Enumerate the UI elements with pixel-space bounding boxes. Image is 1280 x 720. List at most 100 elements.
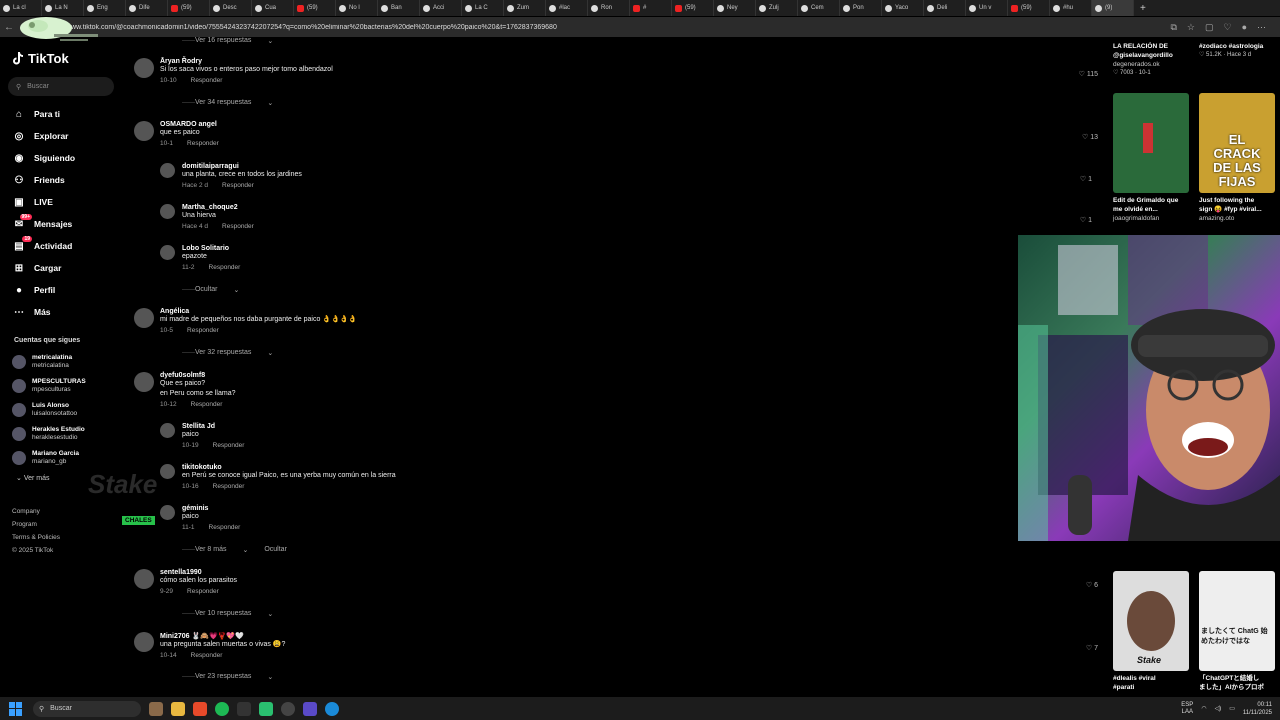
browser-tab[interactable]: Acci xyxy=(420,0,462,16)
like-button[interactable]: ♡ 6 xyxy=(1086,581,1098,589)
browser-tab[interactable]: Cem xyxy=(798,0,840,16)
browser-tab[interactable]: Desc xyxy=(210,0,252,16)
battery-icon[interactable]: ▭ xyxy=(1229,705,1235,712)
video-thumbnail[interactable]: ましたくて ChatG 始めたわけではな xyxy=(1199,571,1275,671)
view-replies-button[interactable]: Ver 10 respuestas ⌄ xyxy=(182,610,273,618)
comment-username[interactable]: Āryan Řodry xyxy=(160,58,1104,65)
like-button[interactable]: ♡ 1 xyxy=(1080,216,1092,224)
reply-button[interactable]: Responder xyxy=(191,401,223,408)
sidebar-item-explorar[interactable]: ◎ Explorar xyxy=(12,125,75,147)
sidebar-item-siguiendo[interactable]: ◉ Siguiendo xyxy=(12,147,75,169)
avatar[interactable] xyxy=(134,308,154,328)
comment-username[interactable]: tikitokotuko xyxy=(182,464,1130,471)
video-card[interactable]: #zodiaco #astrologia ♡ 51.2K · Hace 3 d xyxy=(1199,39,1275,60)
comment-username[interactable]: dyefu0solmf8 xyxy=(160,372,1104,379)
comment-username[interactable]: domitilaiparragui xyxy=(182,163,1130,170)
lang-indicator[interactable]: ESP LAA xyxy=(1181,702,1193,716)
like-button[interactable]: ♡ 115 xyxy=(1079,70,1098,78)
reply-button[interactable]: Responder xyxy=(222,223,254,230)
view-replies-button[interactable]: Ver 8 más ⌄ Ocultar xyxy=(182,546,287,554)
avatar[interactable] xyxy=(160,464,175,479)
avatar[interactable] xyxy=(160,163,175,178)
avatar[interactable] xyxy=(160,245,175,260)
browser-tab[interactable]: #hu xyxy=(1050,0,1092,16)
reply-button[interactable]: Responder xyxy=(213,483,245,490)
video-thumbnail[interactable]: Stake xyxy=(1113,571,1189,671)
browser-tab[interactable]: (9) xyxy=(1092,0,1134,16)
browser-tab[interactable]: Ban xyxy=(378,0,420,16)
reply-button[interactable]: Responder xyxy=(209,264,241,271)
browser-tab[interactable]: No l xyxy=(336,0,378,16)
see-more-button[interactable]: ⌄ Ver más xyxy=(16,474,50,482)
file-explorer-icon[interactable] xyxy=(171,701,185,716)
extensions-icon[interactable]: ⧉ xyxy=(1170,22,1176,33)
sidebar-item-friends[interactable]: ⚇ Friends xyxy=(12,169,75,191)
following-account[interactable]: Luis Alonso luisalonsotattoo xyxy=(12,398,86,422)
comment-username[interactable]: Stellita Jd xyxy=(182,423,1130,430)
following-account[interactable]: Mariano Garcia mariano_gb xyxy=(12,446,86,470)
browser-tab[interactable]: (59) xyxy=(1008,0,1050,16)
comment-username[interactable]: sentella1990 xyxy=(160,569,1104,576)
view-replies-button[interactable]: Ver 32 respuestas ⌄ xyxy=(182,349,273,357)
app-thumbnail-icon[interactable] xyxy=(149,701,163,716)
footer-link[interactable]: Program xyxy=(12,518,60,531)
browser-tab[interactable]: Yaco xyxy=(882,0,924,16)
video-card[interactable]: EL CRACK DE LAS FIJAS Just following the s… xyxy=(1199,93,1275,223)
reply-button[interactable]: Responder xyxy=(187,140,219,147)
avatar[interactable] xyxy=(160,204,175,219)
comment-username[interactable]: géminis xyxy=(182,505,1130,512)
brave-icon[interactable] xyxy=(193,701,207,716)
browser-tab[interactable]: Pon xyxy=(840,0,882,16)
windows-start-icon[interactable] xyxy=(9,701,23,716)
browser-tab[interactable]: La C xyxy=(462,0,504,16)
reply-button[interactable]: Responder xyxy=(187,327,219,334)
following-account[interactable]: MPESCULTURAS mpesculturas xyxy=(12,374,86,398)
comment-username[interactable]: OSMARDO angel xyxy=(160,121,1104,128)
browser-tab[interactable]: Deli xyxy=(924,0,966,16)
profile-icon[interactable]: ● xyxy=(1242,22,1247,33)
browser-tab[interactable]: #lac xyxy=(546,0,588,16)
video-card[interactable]: LA RELACIÓN DE @giselavangordillo degenera… xyxy=(1113,39,1189,78)
taskbar-search[interactable]: ⚲ Buscar xyxy=(33,700,141,717)
clock[interactable]: 00:11 11/11/2025 xyxy=(1243,701,1272,717)
volume-icon[interactable]: ◁) xyxy=(1215,705,1222,712)
avatar[interactable] xyxy=(134,569,154,589)
video-thumbnail[interactable] xyxy=(1113,93,1189,193)
hide-replies-button[interactable]: Ocultar xyxy=(264,546,287,554)
reply-button[interactable]: Responder xyxy=(187,588,219,595)
spotify-icon[interactable] xyxy=(215,701,229,716)
wifi-icon[interactable]: ◠ xyxy=(1201,705,1206,712)
browser-tab[interactable]: Zulj xyxy=(756,0,798,16)
browser-tab[interactable]: (59) xyxy=(294,0,336,16)
footer-link[interactable]: Company xyxy=(12,505,60,518)
sidebar-item-actividad[interactable]: ▤ 19 Actividad xyxy=(12,235,75,257)
like-button[interactable]: ♡ 1 xyxy=(1080,175,1092,183)
video-card[interactable]: Stake #dlealis #viral #parati xyxy=(1113,571,1189,692)
browser-tab[interactable]: (59) xyxy=(168,0,210,16)
avatar[interactable] xyxy=(134,58,154,78)
avatar[interactable] xyxy=(134,632,154,652)
browser-tab[interactable]: Dife xyxy=(126,0,168,16)
new-tab-button[interactable]: + xyxy=(1134,3,1152,14)
following-account[interactable]: metricalatina metricalatina xyxy=(12,350,86,374)
reply-button[interactable]: Responder xyxy=(222,182,254,189)
like-button[interactable]: ♡ 7 xyxy=(1086,644,1098,652)
reply-button[interactable]: Responder xyxy=(213,442,245,449)
view-replies-button[interactable]: Ocultar ⌄ xyxy=(182,286,239,294)
browser-tab[interactable]: La N xyxy=(42,0,84,16)
discord-icon[interactable] xyxy=(303,701,317,716)
comment-username[interactable]: Martha_choque2 xyxy=(182,204,1130,211)
sidebar-item-live[interactable]: ▣ LIVE xyxy=(12,191,75,213)
sidebar-item-para-ti[interactable]: ⌂ Para ti xyxy=(12,103,75,125)
avatar[interactable] xyxy=(160,423,175,438)
browser-tab[interactable]: Cua xyxy=(252,0,294,16)
tiktok-logo[interactable]: TikTok xyxy=(12,51,69,66)
search-input[interactable]: ⚲ Buscar xyxy=(8,77,114,96)
avatar[interactable] xyxy=(134,372,154,392)
edge-icon[interactable] xyxy=(325,701,339,716)
comment-username[interactable]: Mini2706 🐰🙈💗🦞💖🤍 xyxy=(160,632,1104,640)
menu-icon[interactable]: ⋯ xyxy=(1257,22,1266,33)
like-button[interactable]: ♡ 13 xyxy=(1082,133,1098,141)
reply-button[interactable]: Responder xyxy=(209,524,241,531)
video-card[interactable]: ましたくて ChatG 始めたわけではな 「ChatGPTと結婚し ました」AIから… xyxy=(1199,571,1275,692)
